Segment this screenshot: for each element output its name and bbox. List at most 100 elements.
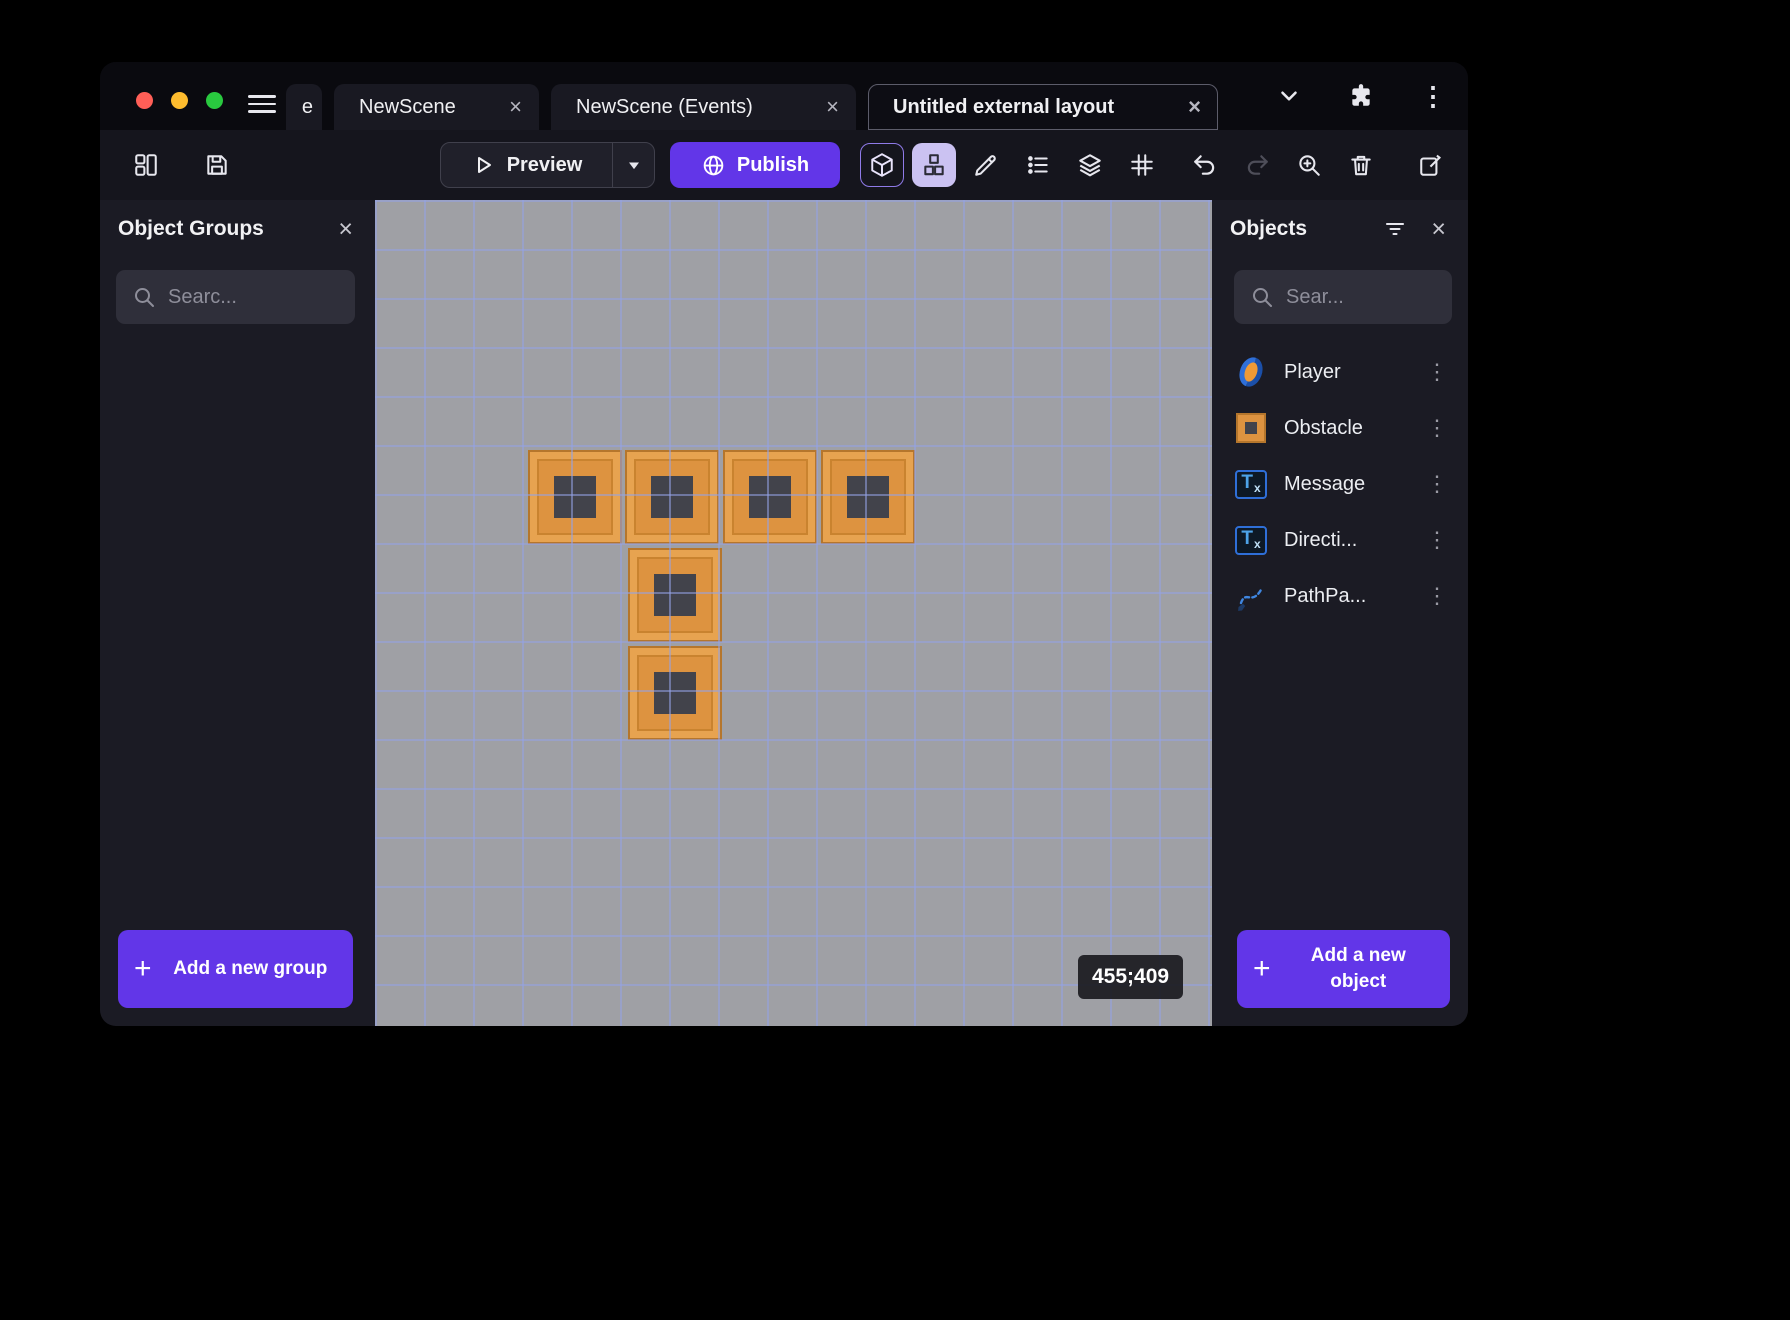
object-list: Player ⋮ Obstacle ⋮ Tx Message ⋮ T x Dir… [1212, 344, 1468, 624]
preview-button[interactable]: Preview [440, 142, 655, 188]
delete-button[interactable] [1339, 143, 1383, 187]
search-input[interactable] [168, 285, 343, 309]
object-label: Message [1284, 472, 1366, 495]
zoom-in-icon [1299, 155, 1320, 176]
toolbar-icon-group [860, 143, 1453, 187]
zoom-window-button[interactable] [206, 92, 223, 109]
object-row-player[interactable]: Player ⋮ [1212, 344, 1468, 400]
save-button[interactable] [195, 143, 239, 187]
toolbar: Preview Publish [100, 130, 1468, 200]
grid-button[interactable] [1120, 143, 1164, 187]
instances-list-button[interactable] [1016, 143, 1060, 187]
scene-canvas[interactable]: 455;409 [375, 200, 1212, 1026]
obstacle-instance[interactable] [628, 548, 722, 642]
close-tab-icon[interactable]: × [509, 96, 522, 118]
add-group-button[interactable]: + Add a new group [118, 930, 353, 1008]
publish-label: Publish [736, 153, 810, 176]
text-object-icon: Tx [1234, 467, 1268, 501]
layers-button[interactable] [1068, 143, 1112, 187]
obstacle-instance-core [651, 476, 693, 518]
bullet-list-icon [1028, 156, 1048, 174]
grid-icon [1131, 154, 1153, 176]
object-row-path[interactable]: PathPa... ⋮ [1212, 568, 1468, 624]
object-label: Obstacle [1284, 416, 1363, 439]
obstacle-instance-core [847, 476, 889, 518]
object-row-directions[interactable]: Tx Directi... ⋮ [1212, 512, 1468, 568]
menu-icon[interactable] [248, 90, 276, 118]
object-groups-panel: Object Groups × + Add a new group [100, 200, 375, 1026]
redo-icon [1247, 155, 1268, 175]
object-menu-button[interactable]: ⋮ [1420, 359, 1454, 385]
window-controls [136, 92, 223, 109]
close-window-button[interactable] [136, 92, 153, 109]
plus-icon: + [1253, 952, 1271, 985]
edit-note-icon [1420, 154, 1441, 176]
publish-button[interactable]: Publish [670, 142, 840, 188]
tab-newscene-events[interactable]: NewScene (Events) × [551, 84, 856, 130]
tab-label: NewScene (Events) [576, 95, 753, 118]
toolbar-left-group [124, 130, 239, 200]
search-input[interactable] [1286, 285, 1440, 309]
add-object-label: Add a new object [1310, 945, 1406, 992]
close-panel-icon[interactable]: × [1431, 216, 1446, 242]
obstacle-instance-core [749, 476, 791, 518]
object-groups-title: Object Groups [118, 217, 264, 240]
edit-note-button[interactable] [1409, 143, 1453, 187]
preview-label: Preview [506, 153, 583, 176]
close-tab-icon[interactable]: × [1188, 96, 1201, 118]
obstacle-instance[interactable] [625, 450, 719, 544]
object-groups-search [116, 270, 355, 324]
tab-untitled-external-layout[interactable]: Untitled external layout × [868, 84, 1218, 130]
objects-panel: Objects × Player ⋮ [1212, 200, 1468, 1026]
obstacle-instance-core [654, 574, 696, 616]
close-tab-icon[interactable]: × [826, 96, 839, 118]
tab-clipped[interactable]: e [286, 84, 322, 130]
object-menu-button[interactable]: ⋮ [1420, 583, 1454, 609]
object-row-message[interactable]: Tx Message ⋮ [1212, 456, 1468, 512]
object-menu-button[interactable]: ⋮ [1420, 415, 1454, 441]
obstacle-instance[interactable] [528, 450, 622, 544]
undo-icon [1194, 155, 1215, 175]
cube-view-button[interactable] [860, 143, 904, 187]
object-menu-button[interactable]: ⋮ [1420, 527, 1454, 553]
tab-newscene[interactable]: NewScene × [334, 84, 539, 130]
preview-button-main[interactable]: Preview [441, 143, 612, 187]
pencil-icon [975, 155, 996, 176]
edit-button[interactable] [964, 143, 1008, 187]
close-panel-icon[interactable]: × [338, 216, 353, 242]
globe-icon [703, 155, 724, 175]
obstacle-instance[interactable] [821, 450, 915, 544]
object-label: Directi... [1284, 528, 1358, 551]
object-menu-button[interactable]: ⋮ [1420, 471, 1454, 497]
preview-dropdown-button[interactable] [612, 143, 654, 187]
obstacle-instance[interactable] [628, 646, 722, 740]
filter-icon[interactable] [1381, 215, 1409, 243]
blocks-view-button[interactable] [912, 143, 956, 187]
tile-layer [375, 200, 1212, 1026]
minimize-window-button[interactable] [171, 92, 188, 109]
obstacle-instance[interactable] [723, 450, 817, 544]
search-icon [135, 288, 154, 307]
chevron-down-icon[interactable] [1274, 81, 1304, 111]
layers-icon [1079, 154, 1101, 177]
kebab-menu-icon[interactable]: ⋮ [1418, 81, 1448, 111]
tab-label: Untitled external layout [893, 95, 1115, 118]
add-object-button[interactable]: + Add a new object [1237, 930, 1450, 1008]
objects-header: Objects × [1212, 200, 1468, 258]
objects-search [1234, 270, 1452, 324]
tab-bar: e NewScene × NewScene (Events) × Untitle… [286, 84, 1218, 130]
play-icon [477, 157, 491, 173]
extensions-puzzle-icon[interactable] [1346, 81, 1376, 111]
zoom-in-button[interactable] [1287, 143, 1331, 187]
project-manager-button[interactable] [124, 143, 168, 187]
objects-title: Objects [1230, 217, 1308, 240]
redo-button[interactable] [1235, 143, 1279, 187]
object-row-obstacle[interactable]: Obstacle ⋮ [1212, 400, 1468, 456]
titlebar: e NewScene × NewScene (Events) × Untitle… [100, 62, 1468, 130]
content-area: Object Groups × + Add a new group 455;40… [100, 200, 1468, 1026]
trash-icon [1351, 155, 1371, 176]
add-group-label: Add a new group [173, 958, 328, 980]
object-label: Player [1284, 360, 1341, 383]
plus-icon: + [134, 952, 152, 985]
undo-button[interactable] [1183, 143, 1227, 187]
